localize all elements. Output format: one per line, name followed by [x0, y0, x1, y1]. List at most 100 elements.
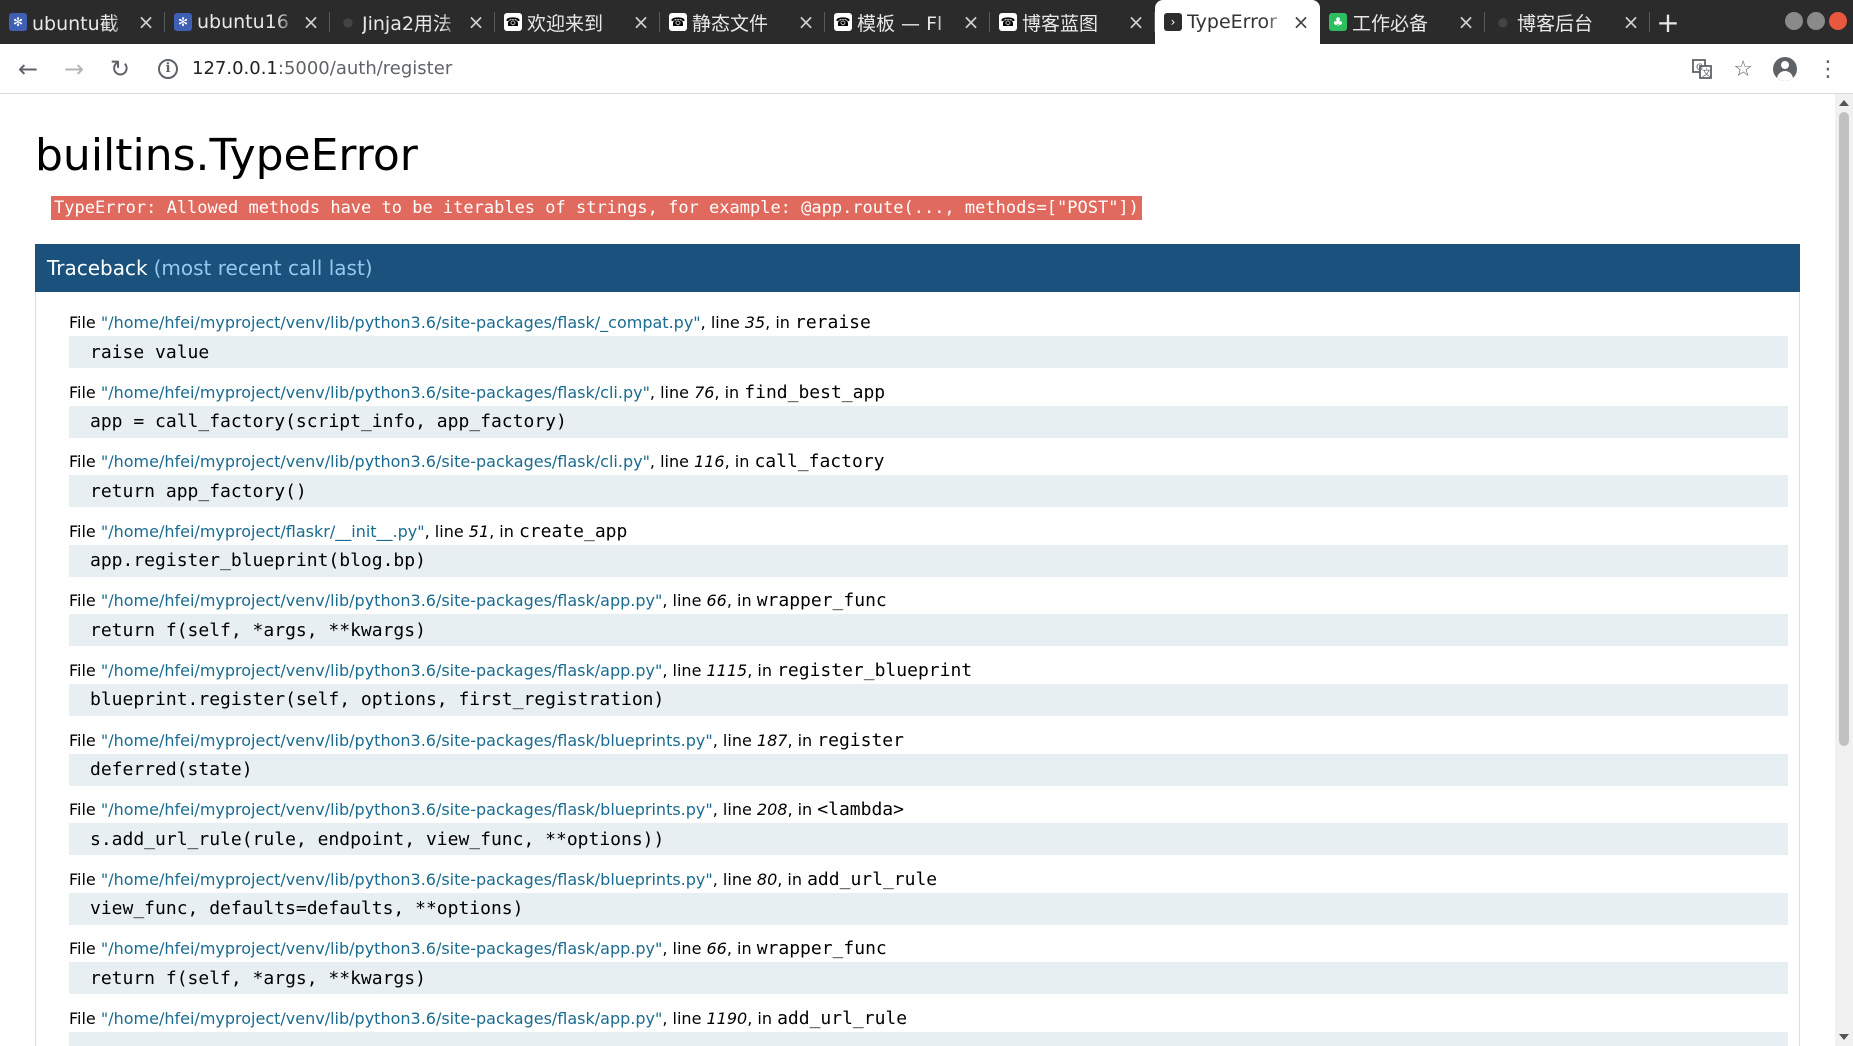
- frame-source-line[interactable]: app.register_blueprint(blog.bp): [69, 544, 1788, 577]
- tab-close-icon[interactable]: ×: [797, 10, 815, 34]
- browser-tab[interactable]: ✻ ubuntu截 ×: [0, 0, 165, 44]
- frame-function-name: add_url_rule: [807, 868, 938, 890]
- frame-line-number: 187: [756, 730, 788, 750]
- tab-title: 工作必备: [1352, 12, 1429, 35]
- tab-title: 模板 — Fl: [857, 12, 943, 35]
- tab-close-icon[interactable]: ×: [1292, 10, 1310, 34]
- frame-line-number: 80: [756, 869, 778, 889]
- frame-source-line[interactable]: s.add_url_rule(rule, endpoint, view_func…: [69, 823, 1788, 856]
- frame-source-line[interactable]: view_func, defaults=defaults, **options): [69, 892, 1788, 925]
- maximize-window-icon[interactable]: [1807, 12, 1825, 30]
- frame-line-number: 51: [468, 521, 490, 541]
- frame-source-line[interactable]: return app_factory(): [69, 475, 1788, 508]
- frame-location: File "/home/hfei/myproject/flaskr/__init…: [69, 520, 628, 542]
- frame-location: File "/home/hfei/myproject/venv/lib/pyth…: [69, 938, 887, 960]
- scrollbar-thumb[interactable]: [1839, 112, 1849, 746]
- frame-location: File "/home/hfei/myproject/venv/lib/pyth…: [69, 1007, 908, 1029]
- frame-file-path[interactable]: "/home/hfei/myproject/venv/lib/python3.6…: [101, 661, 663, 680]
- bookmark-star-icon[interactable]: ☆: [1733, 57, 1753, 82]
- frame-file-path[interactable]: "/home/hfei/myproject/venv/lib/python3.6…: [101, 1009, 663, 1028]
- frame-line-number: 208: [756, 800, 788, 820]
- address-bar[interactable]: i 127.0.0.1:5000/auth/register: [158, 58, 452, 79]
- scroll-up-icon[interactable]: [1839, 100, 1849, 106]
- frame-location: File "/home/hfei/myproject/venv/lib/pyth…: [69, 590, 887, 612]
- frame-file-path[interactable]: "/home/hfei/myproject/venv/lib/python3.6…: [101, 452, 650, 471]
- frame-function-name: <lambda>: [817, 799, 904, 821]
- close-window-icon[interactable]: [1829, 12, 1847, 30]
- frame-source-line[interactable]: raise value: [69, 336, 1788, 368]
- github-favicon-icon: ●: [342, 15, 354, 29]
- tab-title: ubuntu16: [197, 11, 289, 33]
- tab-close-icon[interactable]: ×: [632, 10, 650, 34]
- tab-title: TypeError: [1187, 11, 1277, 33]
- frame-location: File "/home/hfei/myproject/venv/lib/pyth…: [69, 659, 973, 681]
- frame-file-path[interactable]: "/home/hfei/myproject/venv/lib/python3.6…: [101, 383, 650, 402]
- traceback-frame: File "/home/hfei/myproject/flaskr/__init…: [69, 515, 1788, 585]
- browser-tab[interactable]: ☎ 模板 — Fl ×: [825, 0, 990, 44]
- browser-tab[interactable]: ☎ 博客蓝图 ×: [990, 0, 1155, 44]
- tab-close-icon[interactable]: ×: [1127, 10, 1145, 34]
- frame-line-number: 1115: [706, 660, 748, 680]
- frame-function-name: wrapper_func: [756, 590, 887, 612]
- frame-file-path[interactable]: "/home/hfei/myproject/venv/lib/python3.6…: [101, 939, 663, 958]
- frame-location: File "/home/hfei/myproject/venv/lib/pyth…: [69, 312, 871, 333]
- minimize-window-icon[interactable]: [1785, 12, 1803, 30]
- frame-source-line[interactable]: blueprint.register(self, options, first_…: [69, 683, 1788, 716]
- browser-tab[interactable]: ✻ ubuntu16 ×: [165, 0, 330, 44]
- frame-source-line[interactable]: return f(self, *args, **kwargs): [69, 962, 1788, 995]
- frame-file-path[interactable]: "/home/hfei/myproject/venv/lib/python3.6…: [101, 591, 663, 610]
- browser-tab[interactable]: ☎ 欢迎来到 ×: [495, 0, 660, 44]
- error-title: builtins.TypeError: [35, 130, 418, 181]
- traceback-frame: File "/home/hfei/myproject/venv/lib/pyth…: [69, 1002, 1788, 1046]
- tab-close-icon[interactable]: ×: [962, 10, 980, 34]
- frame-line-number: 35: [744, 313, 766, 332]
- flask-horn-favicon-icon: ☎: [834, 13, 852, 31]
- tab-close-icon[interactable]: ×: [1457, 10, 1475, 34]
- frame-source-line[interactable]: app = call_factory(script_info, app_fact…: [69, 405, 1788, 438]
- frame-source-line[interactable]: [69, 1031, 1788, 1046]
- frame-source-line[interactable]: return f(self, *args, **kwargs): [69, 614, 1788, 647]
- tab-close-icon[interactable]: ×: [467, 10, 485, 34]
- browser-tab[interactable]: ♣ 工作必备 ×: [1320, 0, 1485, 44]
- browser-tab[interactable]: ☎ 静态文件 ×: [660, 0, 825, 44]
- frame-line-number: 1190: [706, 1008, 748, 1028]
- frame-function-name: add_url_rule: [777, 1007, 908, 1029]
- frame-source-line[interactable]: deferred(state): [69, 753, 1788, 786]
- error-message: TypeError: Allowed methods have to be it…: [51, 196, 1142, 220]
- back-arrow-icon[interactable]: ←: [10, 51, 46, 87]
- github-favicon-icon: ●: [1497, 15, 1509, 29]
- frame-file-path[interactable]: "/home/hfei/myproject/venv/lib/python3.6…: [101, 870, 713, 889]
- frame-location: File "/home/hfei/myproject/venv/lib/pyth…: [69, 451, 885, 473]
- frame-file-path[interactable]: "/home/hfei/myproject/venv/lib/python3.6…: [101, 313, 701, 332]
- traceback-frame: File "/home/hfei/myproject/venv/lib/pyth…: [69, 584, 1788, 654]
- frame-line-number: 76: [694, 382, 715, 402]
- scroll-down-icon[interactable]: [1839, 1034, 1849, 1040]
- tab-title: 静态文件: [692, 12, 769, 35]
- frame-function-name: wrapper_func: [756, 938, 887, 960]
- traceback-frame: File "/home/hfei/myproject/venv/lib/pyth…: [69, 306, 1788, 376]
- frame-location: File "/home/hfei/myproject/venv/lib/pyth…: [69, 381, 886, 403]
- translate-icon[interactable]: G 文: [1691, 58, 1713, 80]
- tab-close-icon[interactable]: ×: [302, 10, 320, 34]
- new-tab-button[interactable]: +: [1650, 0, 1686, 44]
- site-info-icon[interactable]: i: [158, 58, 178, 79]
- browser-tab[interactable]: › TypeError ×: [1155, 0, 1320, 44]
- menu-kebab-icon[interactable]: ⋮: [1817, 57, 1839, 82]
- browser-tab[interactable]: ● Jinja2用法 ×: [330, 0, 495, 44]
- frame-file-path[interactable]: "/home/hfei/myproject/venv/lib/python3.6…: [101, 800, 713, 819]
- page-scrollbar[interactable]: [1835, 94, 1853, 1046]
- evernote-favicon-icon: ♣: [1329, 13, 1347, 31]
- flask-horn-favicon-icon: ☎: [669, 13, 687, 31]
- tab-close-icon[interactable]: ×: [1622, 10, 1640, 34]
- frame-function-name: call_factory: [754, 451, 885, 473]
- flask-horn-favicon-icon: ☎: [504, 13, 522, 31]
- profile-avatar-icon[interactable]: [1773, 57, 1797, 81]
- traceback-subheading[interactable]: (most recent call last): [154, 256, 373, 280]
- browser-tab[interactable]: ● 博客后台 ×: [1485, 0, 1650, 44]
- forward-arrow-icon[interactable]: →: [56, 51, 92, 87]
- frame-file-path[interactable]: "/home/hfei/myproject/flaskr/__init__.py…: [101, 522, 425, 541]
- tab-close-icon[interactable]: ×: [137, 10, 155, 34]
- flask-horn-favicon-icon: ☎: [999, 13, 1017, 31]
- reload-icon[interactable]: ↻: [102, 51, 138, 87]
- frame-file-path[interactable]: "/home/hfei/myproject/venv/lib/python3.6…: [101, 731, 713, 750]
